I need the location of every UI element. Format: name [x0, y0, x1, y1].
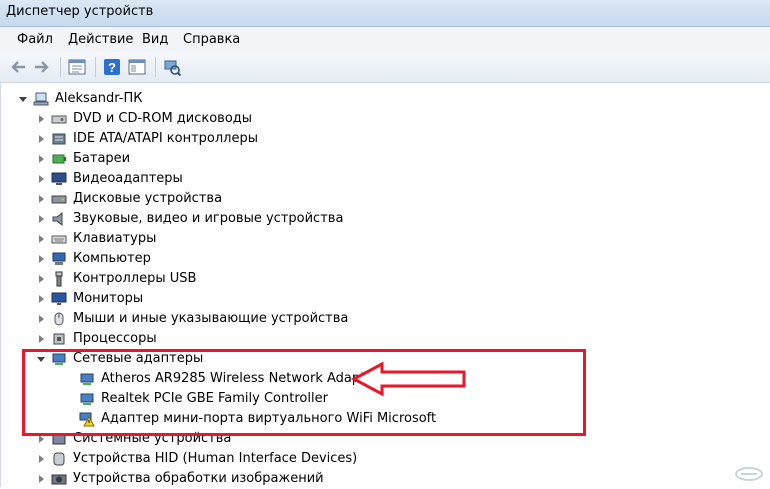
expand-arrow-icon[interactable] — [39, 295, 44, 303]
expand-arrow-icon[interactable] — [39, 275, 44, 283]
tree-category-label: Батареи — [73, 151, 131, 166]
tree-category-label: Клавиатуры — [73, 231, 157, 246]
properties-icon[interactable] — [68, 58, 86, 76]
usb-icon — [55, 271, 63, 287]
tree-category-label: Мониторы — [73, 291, 144, 306]
mouse-icon — [54, 312, 64, 326]
callout-arrow-icon — [350, 361, 466, 397]
tree-category-label: Видеоадаптеры — [73, 171, 183, 186]
display-adapter-icon — [51, 172, 67, 185]
menu-view[interactable]: Вид — [142, 32, 168, 47]
scan-hardware-icon[interactable] — [163, 58, 181, 76]
expand-arrow-icon[interactable] — [39, 195, 44, 203]
tree-category-label: Дисковые устройства — [73, 191, 223, 206]
svg-text:?: ? — [108, 60, 116, 75]
tree-category-label: Контроллеры USB — [73, 271, 197, 286]
cpu-icon — [53, 333, 65, 345]
tree-category-label: DVD и CD-ROM дисководы — [73, 111, 253, 126]
dvd-drive-icon — [51, 115, 67, 124]
computer-icon — [33, 92, 49, 106]
computer-icon — [52, 252, 66, 265]
menu-action[interactable]: Действие — [68, 32, 133, 47]
menu-bar: Файл Действие Вид Справка — [0, 27, 770, 52]
toolbar-separator — [95, 57, 96, 77]
expand-arrow-icon[interactable] — [19, 97, 27, 102]
tree-category-label: Процессоры — [73, 331, 157, 346]
tree-category-label: IDE ATA/ATAPI контроллеры — [73, 131, 259, 146]
expand-arrow-icon[interactable] — [39, 155, 44, 163]
expand-arrow-icon[interactable] — [39, 435, 44, 443]
expand-arrow-icon[interactable] — [39, 255, 44, 263]
forward-icon[interactable] — [33, 58, 51, 76]
monitor-icon — [51, 292, 67, 305]
tree-root-label: Aleksandr-ПК — [55, 91, 143, 106]
highlight-box — [22, 349, 586, 436]
watermark-logo-icon — [735, 467, 763, 481]
tree-category-label: Компьютер — [73, 251, 151, 266]
help-icon[interactable]: ? — [103, 58, 121, 76]
speaker-icon — [52, 211, 63, 227]
expand-arrow-icon[interactable] — [39, 115, 44, 123]
window-title: Диспетчер устройств — [6, 4, 154, 19]
title-bar: Диспетчер устройств — [0, 0, 770, 27]
expand-arrow-icon[interactable] — [39, 215, 44, 223]
back-icon[interactable] — [9, 58, 27, 76]
tree-category-label: Устройства HID (Human Interface Devices) — [73, 451, 358, 466]
menu-help[interactable]: Справка — [183, 32, 240, 47]
camera-icon — [51, 474, 67, 485]
ide-controller-icon — [52, 133, 66, 145]
expand-arrow-icon[interactable] — [39, 475, 44, 483]
menu-file[interactable]: Файл — [17, 32, 53, 47]
expand-arrow-icon[interactable] — [39, 175, 44, 183]
expand-arrow-icon[interactable] — [39, 315, 44, 323]
expand-arrow-icon[interactable] — [39, 135, 44, 143]
keyboard-icon — [51, 235, 67, 244]
toolbar-separator — [60, 57, 61, 77]
toolbar: ? — [0, 52, 770, 83]
toolbar-separator — [155, 57, 156, 77]
show-hide-icon[interactable] — [128, 58, 146, 76]
tree-category-label: Мыши и иные указывающие устройства — [73, 311, 349, 326]
tree-category-label: Звуковые, видео и игровые устройства — [73, 211, 344, 226]
tree-category-label: Устройства обработки изображений — [73, 471, 324, 486]
disk-drive-icon — [51, 195, 67, 204]
expand-arrow-icon[interactable] — [39, 335, 44, 343]
expand-arrow-icon[interactable] — [39, 455, 44, 463]
expand-arrow-icon[interactable] — [39, 235, 44, 243]
battery-icon — [52, 154, 66, 164]
hid-icon — [53, 452, 65, 466]
